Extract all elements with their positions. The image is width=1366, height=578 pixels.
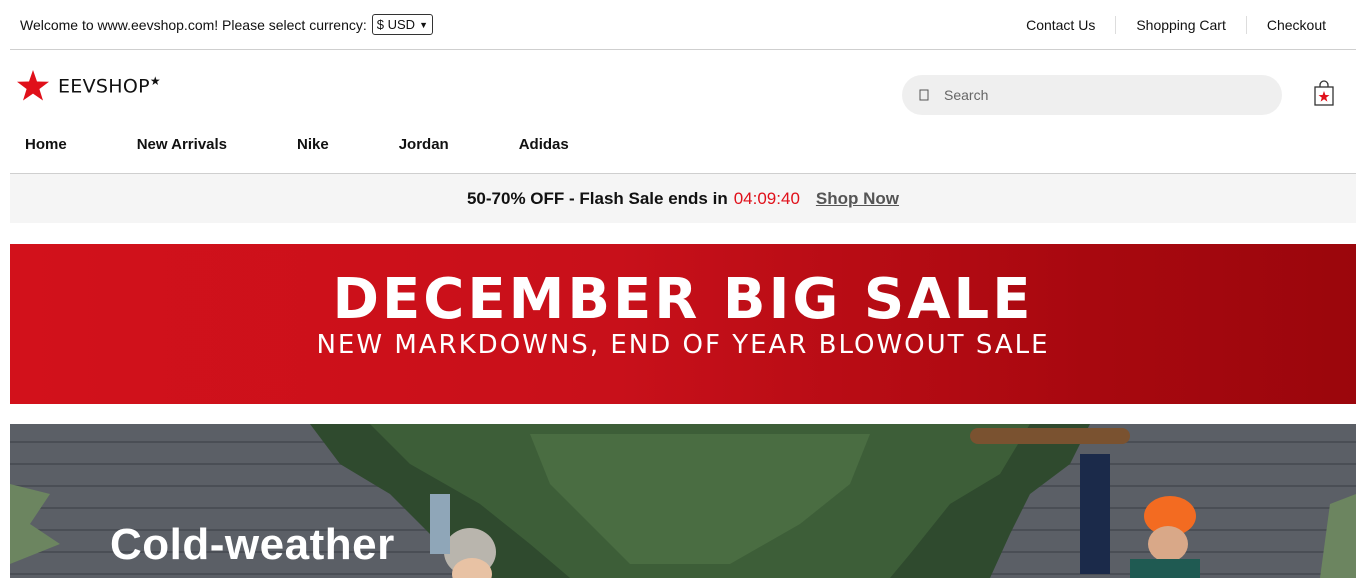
checkout-link[interactable]: Checkout [1245,15,1346,34]
chevron-down-icon: ▼ [419,19,428,30]
banner-title: DECEMBER BIG SALE [332,267,1034,332]
nav-item-new-arrivals[interactable]: New Arrivals [137,136,227,153]
contact-us-link[interactable]: Contact Us [1006,16,1115,34]
welcome-text: Welcome to www.eevshop.com! Please selec… [20,16,367,33]
nav-item-nike[interactable]: Nike [297,136,329,153]
search-input[interactable] [942,86,1266,104]
welcome-message: Welcome to www.eevshop.com! Please selec… [10,14,433,35]
sale-banner[interactable]: DECEMBER BIG SALE NEW MARKDOWNS, END OF … [10,244,1356,404]
currency-select[interactable]: $ USD ▼ [371,14,433,35]
star-logo-icon [17,70,49,101]
search-box[interactable] [902,75,1282,115]
nav-item-home[interactable]: Home [25,136,67,153]
main-nav: Home New Arrivals Nike Jordan Adidas [25,136,639,153]
top-links: Contact Us Shopping Cart Checkout [1006,15,1356,34]
shop-now-link[interactable]: Shop Now [816,189,899,209]
nav-item-jordan[interactable]: Jordan [399,136,449,153]
hero-banner[interactable]: Cold-weather [10,424,1356,578]
shopping-cart-link[interactable]: Shopping Cart [1115,15,1246,34]
search-icon [919,89,929,101]
flash-sale-strip: 50-70% OFF - Flash Sale ends in 04:09:40… [10,174,1356,223]
currency-value: $ USD [376,17,416,32]
banner-subtitle: NEW MARKDOWNS, END OF YEAR BLOWOUT SALE [316,330,1050,360]
top-bar: Welcome to www.eevshop.com! Please selec… [10,0,1356,50]
page: Welcome to www.eevshop.com! Please selec… [0,0,1366,578]
shopping-bag-icon[interactable] [1313,80,1335,106]
countdown-timer: 04:09:40 [733,188,800,208]
nav-item-adidas[interactable]: Adidas [519,136,569,153]
site-logo[interactable]: EEVSHOP★ [16,69,161,103]
flash-sale-text: 50-70% OFF - Flash Sale ends in [466,188,728,208]
hero-headline: Cold-weather [110,520,395,569]
logo-text: EEVSHOP★ [58,74,161,98]
